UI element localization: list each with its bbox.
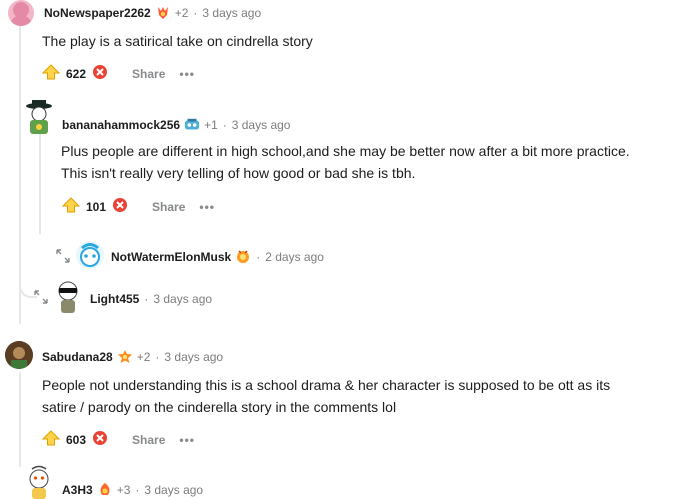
downvote-icon[interactable] [92, 430, 108, 449]
timestamp[interactable]: 3 days ago [164, 350, 223, 364]
vote-group: 603 [38, 430, 112, 449]
timestamp[interactable]: 3 days ago [144, 483, 203, 497]
timestamp[interactable]: 3 days ago [232, 118, 291, 132]
upvote-icon[interactable] [41, 64, 61, 83]
thread-line [19, 372, 21, 467]
share-button[interactable]: Share [132, 67, 165, 81]
thread-line [39, 134, 41, 234]
expand-icon[interactable] [55, 248, 71, 264]
vote-group: 101 [58, 197, 132, 216]
separator: · [193, 6, 198, 20]
award-count: +3 [116, 483, 131, 497]
username[interactable]: bananahammock256 [62, 118, 180, 132]
username[interactable]: NoNewspaper2262 [44, 6, 151, 20]
upvote-icon[interactable] [61, 197, 81, 216]
avatar[interactable] [8, 0, 34, 26]
separator: · [135, 483, 140, 497]
share-button[interactable]: Share [132, 433, 165, 447]
vote-count: 622 [66, 66, 87, 81]
expand-icon[interactable] [33, 289, 49, 305]
comment-body-line: People not understanding this is a schoo… [42, 377, 611, 393]
more-options-button[interactable]: ••• [179, 433, 195, 447]
username[interactable]: NotWatermElonMusk [111, 250, 231, 264]
vote-group: 622 [38, 64, 112, 83]
downvote-icon[interactable] [112, 197, 128, 216]
username[interactable]: Sabudana28 [42, 350, 113, 364]
award-icon [184, 117, 200, 133]
avatar[interactable] [24, 100, 54, 134]
comment-meta: NoNewspaper2262 +2 · 3 days ago [44, 5, 261, 21]
comment-actions: 101 Share ••• [58, 197, 215, 216]
share-button[interactable]: Share [152, 200, 185, 214]
downvote-icon[interactable] [92, 64, 108, 83]
more-options-button[interactable]: ••• [199, 200, 215, 214]
comment-body-line: satire / parody on the cinderella story … [42, 399, 397, 415]
comment-body: The play is a satirical take on cindrell… [42, 33, 313, 49]
comment-meta: A3H3 +3 · 3 days ago [62, 482, 203, 498]
avatar[interactable] [76, 241, 104, 269]
vote-count: 603 [66, 432, 87, 447]
comment-actions: 603 Share ••• [38, 430, 195, 449]
timestamp[interactable]: 3 days ago [202, 6, 261, 20]
username[interactable]: A3H3 [62, 483, 93, 497]
comment-body-line: Plus people are different in high school… [61, 143, 630, 159]
award-count: +1 [204, 118, 218, 132]
vote-count: 101 [86, 199, 107, 214]
timestamp[interactable]: 2 days ago [265, 250, 324, 264]
username[interactable]: Light455 [90, 292, 139, 306]
comment-meta: Light455 · 3 days ago [90, 292, 212, 306]
avatar[interactable] [5, 341, 33, 369]
award-icon [155, 5, 171, 21]
more-options-button[interactable]: ••• [179, 67, 195, 81]
comment-meta: bananahammock256 +1 · 3 days ago [62, 117, 290, 133]
award-count: +2 [174, 6, 189, 20]
award-count: +2 [136, 350, 151, 364]
comment-actions: 622 Share ••• [38, 64, 195, 83]
separator: · [222, 118, 227, 132]
separator: · [155, 350, 160, 364]
award-icon [97, 482, 113, 498]
upvote-icon[interactable] [41, 430, 61, 449]
comment-meta: Sabudana28 +2 · 3 days ago [42, 349, 223, 365]
award-icon [117, 349, 133, 365]
avatar[interactable] [24, 465, 54, 499]
comment-meta: NotWatermElonMusk · 2 days ago [111, 249, 324, 265]
avatar[interactable] [54, 279, 82, 313]
separator: · [144, 292, 149, 306]
award-icon [235, 249, 251, 265]
timestamp[interactable]: 3 days ago [153, 292, 212, 306]
separator: · [256, 250, 261, 264]
comment-body-line: This isn't really very telling of how go… [61, 165, 416, 181]
